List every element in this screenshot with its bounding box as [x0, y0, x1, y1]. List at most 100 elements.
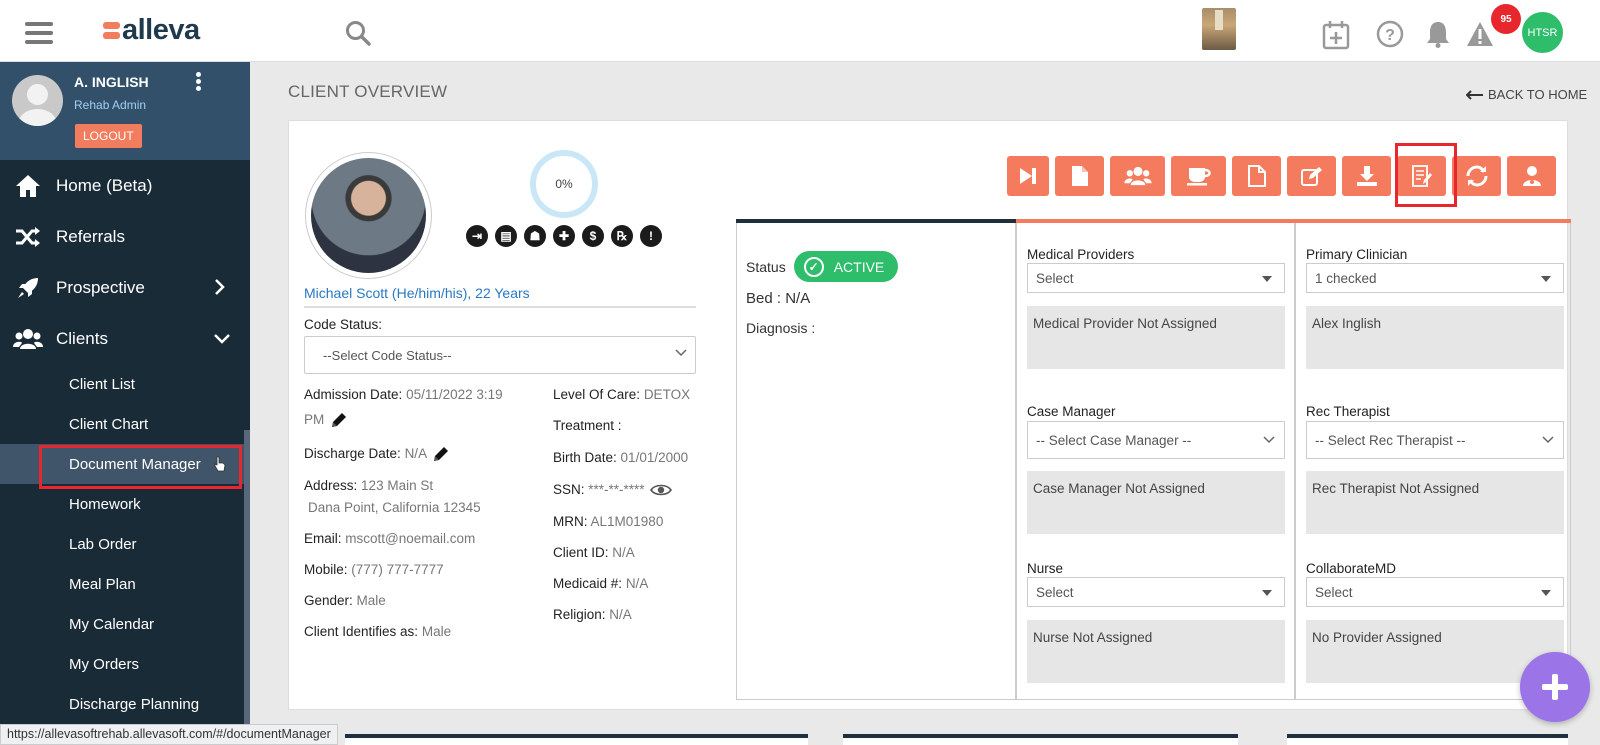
identifies-label: Client Identifies as: [304, 624, 419, 639]
admission-value-2: PM [304, 412, 325, 427]
mrn-label: MRN: [553, 514, 588, 529]
sidebar-subitem-my-calendar[interactable]: My Calendar [0, 604, 250, 644]
medical-providers-select[interactable]: Select [1027, 263, 1285, 293]
hand-cursor-icon [214, 456, 226, 472]
treatment-label: Treatment : [553, 418, 622, 433]
dollar-icon[interactable]: $ [582, 225, 604, 247]
alert-icon[interactable] [1465, 20, 1495, 48]
collaboratemd-select[interactable]: Select [1306, 577, 1564, 607]
sidebar-subitem-document-manager[interactable]: Document Manager [0, 444, 250, 489]
doctor-button[interactable] [1507, 156, 1556, 196]
file-outline-icon [1247, 165, 1266, 187]
primary-clinician-value: 1 checked [1315, 270, 1377, 286]
warning-icon[interactable]: ! [640, 225, 662, 247]
nurse-select[interactable]: Select [1027, 577, 1285, 607]
users-icon [1123, 166, 1152, 186]
facility-image[interactable] [1202, 8, 1236, 50]
client-name[interactable]: Michael Scott (He/him/his), 22 Years [304, 285, 530, 301]
sidebar-subitem-homework[interactable]: Homework [0, 484, 250, 524]
home-icon [0, 174, 56, 198]
mrn: MRN: AL1M01980 [553, 510, 663, 534]
collaboratemd-label: CollaborateMD [1306, 561, 1397, 576]
chevron-down-icon [1263, 436, 1275, 444]
refresh-button[interactable] [1452, 156, 1501, 196]
case-manager-box: Case Manager Not Assigned [1027, 471, 1285, 534]
medicaid: Medicaid #: N/A [553, 572, 648, 596]
help-icon[interactable]: ? [1376, 20, 1404, 48]
file-outline-button[interactable] [1232, 156, 1281, 196]
sidebar-item-label: Clients [56, 328, 108, 348]
treatment: Treatment : [553, 414, 622, 438]
sidebar-item-referrals[interactable]: Referrals [0, 211, 250, 262]
case-manager-label: Case Manager [1027, 404, 1116, 419]
sidebar-subitem-lab-order[interactable]: Lab Order [0, 524, 250, 564]
download-button[interactable] [1342, 156, 1391, 196]
eye-icon[interactable] [650, 483, 673, 497]
sidebar-item-prospective[interactable]: Prospective [0, 262, 250, 313]
hamburger-menu-icon[interactable] [25, 22, 53, 44]
search-icon[interactable] [345, 20, 371, 46]
sidebar-scrollbar[interactable] [244, 430, 250, 745]
primary-clinician-select[interactable]: 1 checked [1306, 263, 1564, 293]
caret-down-icon [1262, 590, 1272, 596]
medkit-icon[interactable]: ✚ [553, 225, 575, 247]
sidebar-subitem-discharge-planning[interactable]: Discharge Planning [0, 684, 250, 724]
logout-button[interactable]: LOGOUT [75, 124, 142, 148]
sidebar-item-label: Referrals [56, 226, 125, 246]
shuffle-icon [0, 226, 56, 248]
panel-divider [1294, 223, 1296, 700]
code-status-select[interactable]: --Select Code Status-- [304, 336, 696, 374]
alleva-logo[interactable]: alleva [103, 14, 200, 47]
sidebar-item-home[interactable]: Home (Beta) [0, 160, 250, 211]
users-icon [0, 328, 56, 350]
break-button[interactable] [1171, 156, 1226, 196]
client-photo[interactable] [305, 152, 432, 279]
address-line2: Dana Point, California 12345 [308, 496, 481, 520]
sidebar: A. INGLISH Rehab Admin LOGOUT Home (Beta… [0, 62, 250, 745]
edit-icon [1300, 167, 1322, 186]
sidebar-subitem-client-chart[interactable]: Client Chart [0, 404, 250, 444]
mrn-value: AL1M01980 [590, 514, 664, 529]
discharge-date: Discharge Date: N/A [304, 442, 450, 466]
rec-therapist-select[interactable]: -- Select Rec Therapist -- [1306, 421, 1564, 459]
rocket-icon [0, 276, 56, 300]
sidebar-subitem-client-list[interactable]: Client List [0, 364, 250, 404]
chevron-down-icon [1542, 436, 1554, 444]
ssn: SSN: ***-**-**** [553, 478, 673, 502]
email-label: Email: [304, 531, 342, 546]
sidebar-subitem-my-orders[interactable]: My Orders [0, 644, 250, 684]
login-icon[interactable]: ⇥ [466, 225, 488, 247]
pencil-icon[interactable] [330, 411, 348, 429]
profile-avatar [12, 75, 63, 126]
client-id: Client ID: N/A [553, 541, 635, 565]
refresh-icon [1466, 165, 1487, 187]
chevron-down-icon [675, 349, 687, 357]
sidebar-item-clients[interactable]: Clients [0, 313, 250, 364]
notification-badge[interactable]: 95 [1491, 4, 1521, 34]
edit-button[interactable] [1287, 156, 1336, 196]
profile-menu-icon[interactable] [196, 72, 202, 93]
ssn-label: SSN: [553, 482, 585, 497]
skip-forward-button[interactable] [1007, 156, 1049, 196]
user-doctor-icon [1522, 166, 1541, 186]
sidebar-subitem-meal-plan[interactable]: Meal Plan [0, 564, 250, 604]
user-avatar[interactable]: HTSR [1522, 12, 1563, 53]
add-fab-button[interactable] [1520, 652, 1590, 722]
calendar-add-icon[interactable] [1322, 20, 1350, 50]
back-to-home-link[interactable]: BACK TO HOME [1466, 87, 1587, 102]
prescription-icon[interactable]: ℞ [611, 225, 633, 247]
document-button[interactable] [1055, 156, 1104, 196]
pencil-icon[interactable] [432, 445, 450, 463]
document-icon[interactable]: ▤ [495, 225, 517, 247]
doctor-icon[interactable]: ☗ [524, 225, 546, 247]
case-manager-select[interactable]: -- Select Case Manager -- [1027, 421, 1285, 459]
group-button[interactable] [1110, 156, 1165, 196]
gender: Gender: Male [304, 589, 386, 613]
medicaid-label: Medicaid #: [553, 576, 623, 591]
panel-divider [1015, 223, 1017, 700]
status-badge[interactable]: ✓ ACTIVE [793, 251, 899, 282]
code-status-label: Code Status: [304, 317, 383, 332]
mobile: Mobile: (777) 777-7777 [304, 558, 444, 582]
bell-icon[interactable] [1425, 20, 1451, 48]
clientid-value: N/A [612, 545, 635, 560]
